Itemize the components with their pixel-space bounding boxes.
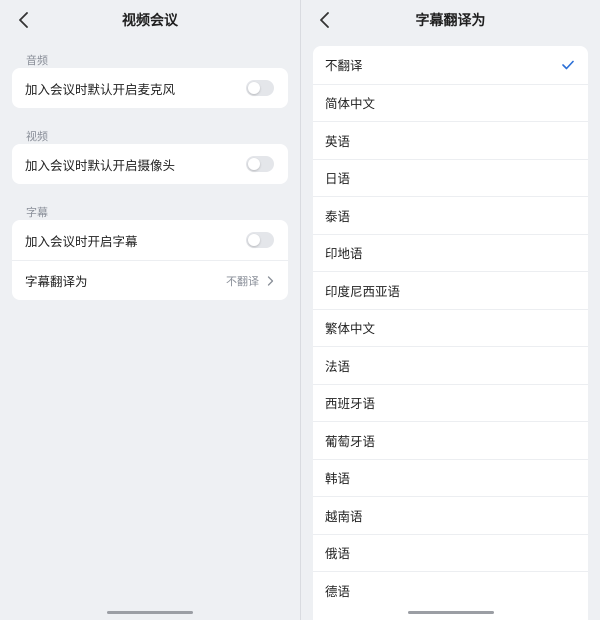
language-label: 越南语 (325, 508, 363, 524)
video-meeting-settings-screen: 视频会议 音频 加入会议时默认开启麦克风 视频 加入会议时默认开启摄像头 字幕 … (0, 0, 300, 620)
video-card: 加入会议时默认开启摄像头 (12, 144, 288, 184)
language-label: 日语 (325, 171, 351, 187)
language-list: 不翻译简体中文英语日语泰语印地语印度尼西亚语 繁体中文法语西班牙语葡萄牙语韩语越南… (313, 46, 588, 620)
language-label: 英语 (325, 133, 351, 149)
language-option[interactable]: 印度尼西亚语 (313, 271, 588, 309)
section-label-subtitles: 字幕 (26, 206, 48, 219)
back-button[interactable] (315, 10, 335, 30)
checkmark-icon (562, 60, 574, 70)
page-title: 视频会议 (122, 13, 178, 29)
language-option[interactable]: 泰语 (313, 196, 588, 234)
translate-value: 不翻译 (226, 274, 259, 288)
section-label-video: 视频 (26, 130, 48, 143)
mic-default-toggle[interactable] (246, 80, 274, 96)
row-label: 加入会议时开启字幕 (25, 233, 138, 249)
language-label: 繁体中文 (325, 321, 376, 337)
translate-subtitles-row[interactable]: 字幕翻译为 不翻译 (12, 260, 288, 300)
audio-card: 加入会议时默认开启麦克风 (12, 68, 288, 108)
toggle-knob (248, 158, 260, 170)
language-option[interactable]: 葡萄牙语 (313, 421, 588, 459)
row-label: 字幕翻译为 (25, 274, 88, 289)
language-option[interactable]: 西班牙语 (313, 383, 588, 422)
language-label: 韩语 (325, 471, 351, 487)
language-label: 法语 (325, 358, 351, 374)
language-option[interactable]: 法语 (313, 346, 588, 384)
language-option[interactable]: 俄语 (313, 533, 588, 572)
subtitle-language-screen: 字幕翻译为 不翻译简体中文英语日语泰语印地语印度尼西亚语 繁体中文法语西班牙语葡萄… (300, 0, 600, 620)
language-option[interactable]: 日语 (313, 158, 588, 197)
language-option[interactable]: 简体中文 (313, 83, 588, 122)
home-indicator (107, 611, 193, 614)
language-option[interactable]: 繁体中文 (313, 308, 588, 347)
language-option[interactable]: 越南语 (313, 496, 588, 534)
chevron-right-icon (267, 275, 274, 286)
subtitles-on-join-toggle[interactable] (246, 232, 274, 248)
subtitles-card: 加入会议时开启字幕 字幕翻译为 不翻译 (12, 220, 288, 300)
back-button[interactable] (14, 10, 34, 30)
camera-default-row: 加入会议时默认开启摄像头 (12, 144, 288, 184)
language-label: 印度尼西亚语 (325, 283, 401, 299)
language-label: 简体中文 (325, 96, 376, 112)
toggle-knob (248, 82, 260, 94)
navbar: 视频会议 (0, 0, 300, 40)
home-indicator (407, 611, 494, 614)
language-option[interactable]: 印地语 (313, 233, 588, 272)
language-option[interactable]: 不翻译 (313, 46, 588, 84)
language-option[interactable]: 英语 (313, 121, 588, 159)
page-title: 字幕翻译为 (415, 13, 486, 29)
language-option[interactable]: 德语 (313, 571, 588, 609)
row-label: 加入会议时默认开启麦克风 (25, 81, 176, 97)
mic-default-row: 加入会议时默认开启麦克风 (12, 68, 288, 108)
language-option[interactable]: 韩语 (313, 458, 588, 497)
language-label: 西班牙语 (325, 396, 376, 412)
language-label: 印地语 (325, 246, 363, 262)
chevron-left-icon (320, 12, 329, 28)
chevron-left-icon (19, 12, 28, 28)
navbar: 字幕翻译为 (301, 0, 600, 40)
subtitles-on-join-row: 加入会议时开启字幕 (12, 220, 288, 260)
camera-default-toggle[interactable] (246, 156, 274, 172)
app-root: 视频会议 音频 加入会议时默认开启麦克风 视频 加入会议时默认开启摄像头 字幕 … (0, 0, 600, 620)
language-label: 不翻译 (325, 58, 363, 74)
toggle-knob (248, 234, 260, 246)
section-label-audio: 音频 (26, 54, 48, 67)
language-label: 葡萄牙语 (325, 433, 376, 449)
language-label: 德语 (325, 583, 351, 599)
row-label: 加入会议时默认开启摄像头 (25, 157, 176, 173)
language-label: 泰语 (325, 208, 351, 224)
language-label: 俄语 (325, 546, 351, 562)
